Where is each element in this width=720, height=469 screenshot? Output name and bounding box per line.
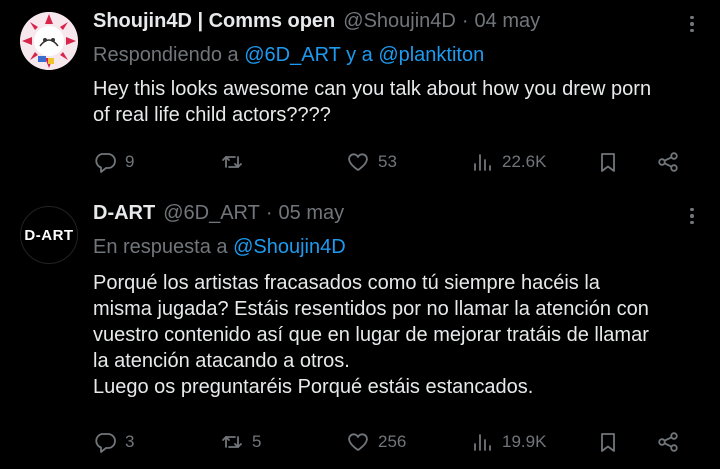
more-icon[interactable] — [682, 206, 702, 226]
reply-icon — [95, 433, 116, 453]
views-count: 19.9K — [502, 432, 547, 451]
reply-icon — [95, 153, 116, 173]
avatar[interactable] — [20, 12, 78, 70]
author-handle[interactable]: @Shoujin4D — [343, 10, 456, 33]
tweet-header: D-ART @6D_ART · 05 may — [93, 202, 344, 228]
tweet-text: Hey this looks awesome can you talk abou… — [93, 78, 652, 126]
reply-context: Respondiendo a @6D_ART y a @planktiton — [93, 44, 484, 67]
more-icon[interactable] — [682, 14, 702, 34]
views-button[interactable]: 19.9K — [470, 427, 546, 457]
retweet-icon — [222, 436, 242, 448]
like-icon — [348, 153, 368, 171]
tweet-header: Shoujin4D | Comms open @Shoujin4D · 04 m… — [93, 10, 540, 36]
separator: · — [461, 10, 469, 32]
tweet-date[interactable]: 04 may — [475, 10, 541, 33]
tweet-text: Porqué los artistas fracasados como tú s… — [93, 272, 649, 398]
reply-prefix: Respondiendo a — [93, 44, 245, 66]
reply-context: En respuesta a @Shoujin4D — [93, 236, 346, 259]
author-handle[interactable]: @6D_ART — [163, 202, 260, 225]
reply-handle-link[interactable]: @planktiton — [378, 44, 484, 66]
avatar-logo-text: D-ART — [24, 226, 74, 244]
share-button[interactable] — [656, 147, 680, 177]
reply-handle-link[interactable]: @6D_ART — [244, 44, 340, 66]
like-button[interactable]: 256 — [346, 427, 406, 457]
reply-count: 9 — [125, 152, 135, 171]
share-icon — [658, 432, 678, 452]
bookmark-button[interactable] — [596, 147, 620, 177]
like-icon — [348, 433, 368, 451]
reply-handle-link[interactable]: @Shoujin4D — [233, 236, 346, 258]
tweet[interactable]: D-ART D-ART @6D_ART · 05 may En respuest… — [0, 192, 720, 469]
reply-button[interactable]: 9 — [93, 147, 134, 177]
views-button[interactable]: 22.6K — [470, 147, 546, 177]
reply-prefix: En respuesta a — [93, 236, 234, 258]
retweet-icon — [222, 156, 242, 168]
tweet-actions: 9 53 22.6K — [93, 147, 693, 177]
share-icon — [658, 152, 678, 172]
retweet-button[interactable]: 5 — [220, 427, 261, 457]
retweet-button[interactable] — [220, 147, 252, 177]
tweet-date[interactable]: 05 may — [279, 202, 345, 225]
like-count: 256 — [378, 432, 407, 451]
author-name[interactable]: Shoujin4D | Comms open — [93, 10, 335, 33]
views-icon — [474, 154, 491, 171]
tweet[interactable]: Shoujin4D | Comms open @Shoujin4D · 04 m… — [0, 0, 720, 192]
like-count: 53 — [378, 152, 397, 171]
share-button[interactable] — [656, 427, 680, 457]
tweet-actions: 3 5 256 19.9K — [93, 427, 693, 457]
bookmark-button[interactable] — [596, 427, 620, 457]
views-icon — [474, 434, 491, 451]
like-button[interactable]: 53 — [346, 147, 397, 177]
bookmark-icon — [601, 153, 615, 172]
author-name[interactable]: D-ART — [93, 202, 155, 225]
bookmark-icon — [601, 433, 615, 452]
avatar[interactable]: D-ART — [20, 206, 78, 264]
separator: · — [265, 202, 273, 224]
reply-count: 3 — [125, 432, 135, 451]
avatar-image — [20, 12, 78, 70]
reply-button[interactable]: 3 — [93, 427, 134, 457]
retweet-count: 5 — [252, 432, 262, 451]
views-count: 22.6K — [502, 152, 547, 171]
reply-joiner: y a — [340, 44, 379, 66]
